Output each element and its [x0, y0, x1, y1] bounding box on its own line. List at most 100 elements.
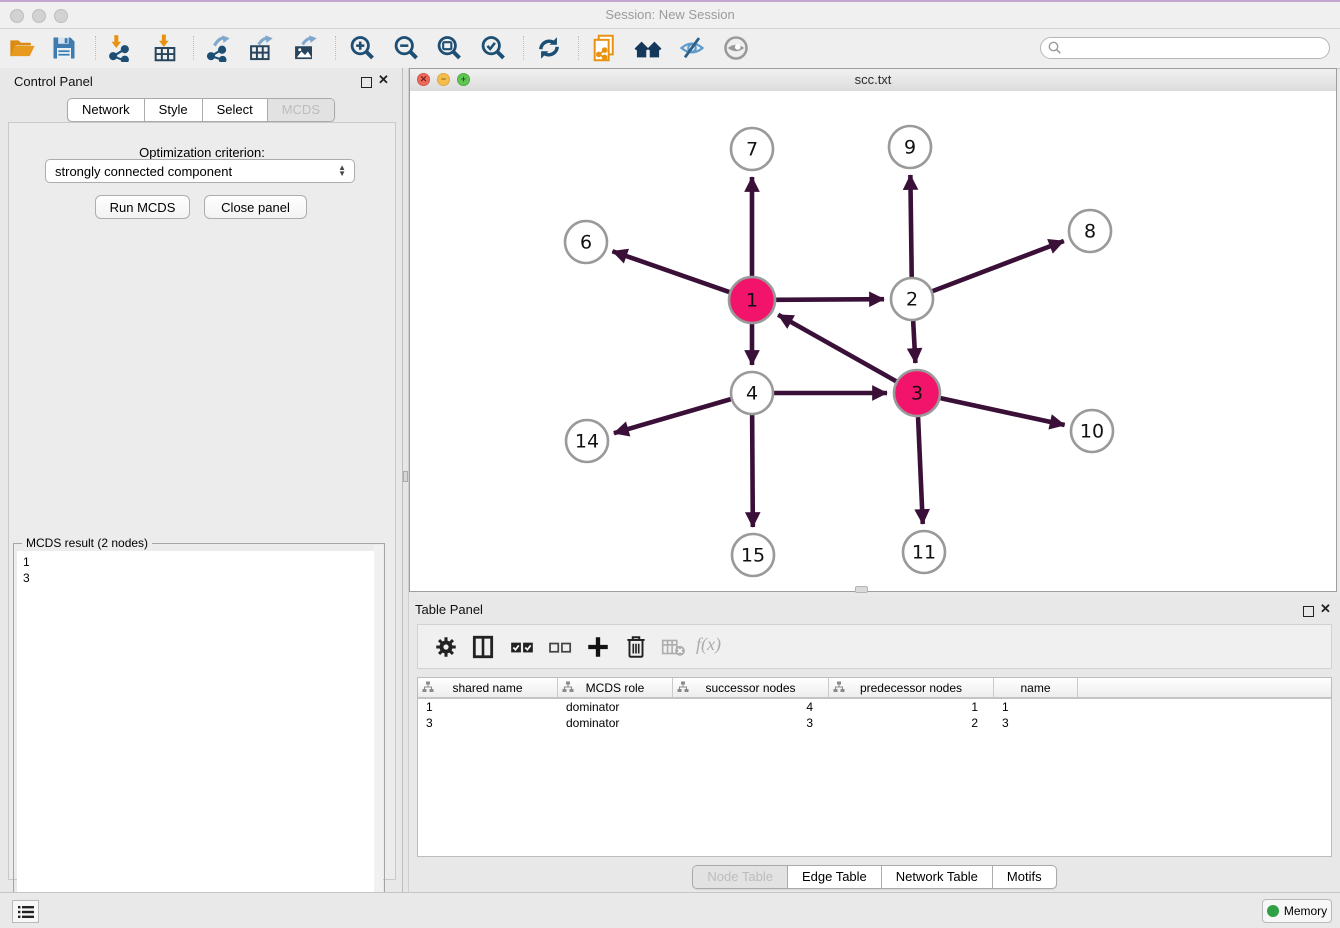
cell-name[interactable]: 1 — [994, 699, 1078, 715]
close-table-panel-icon[interactable]: ✕ — [1320, 601, 1331, 617]
edge-4-15[interactable] — [752, 415, 753, 527]
run-mcds-button[interactable]: Run MCDS — [95, 195, 190, 219]
cell-shared-name[interactable]: 1 — [418, 699, 558, 715]
node-3[interactable]: 3 — [894, 370, 940, 416]
refresh-view-icon[interactable] — [535, 34, 563, 62]
close-network-icon[interactable]: ✕ — [417, 73, 430, 86]
cell-name[interactable]: 3 — [994, 715, 1078, 731]
column-header-name[interactable]: name — [994, 678, 1078, 697]
float-panel-icon[interactable] — [361, 75, 372, 93]
float-table-panel-icon[interactable] — [1303, 604, 1314, 622]
column-header-shared-name[interactable]: shared name — [418, 678, 558, 697]
function-builder-icon: f(x) — [696, 634, 736, 660]
zoom-window-icon[interactable] — [54, 9, 68, 23]
node-9[interactable]: 9 — [889, 126, 931, 168]
gear-icon[interactable] — [433, 634, 459, 660]
network-resize-grip[interactable] — [855, 586, 868, 593]
home-icon[interactable] — [634, 34, 662, 62]
minimize-network-icon[interactable]: − — [437, 73, 450, 86]
deselect-all-icon[interactable] — [547, 634, 573, 660]
export-image-icon[interactable] — [291, 34, 319, 62]
tab-edge-table[interactable]: Edge Table — [787, 866, 881, 888]
node-8[interactable]: 8 — [1069, 210, 1111, 252]
minimize-window-icon[interactable] — [32, 9, 46, 23]
hide-selected-icon[interactable] — [678, 34, 706, 62]
cell-shared-name[interactable]: 3 — [418, 715, 558, 731]
close-panel-icon[interactable]: ✕ — [378, 72, 389, 88]
edge-2-8[interactable] — [933, 241, 1064, 291]
maximize-network-icon[interactable]: + — [457, 73, 470, 86]
main-toolbar — [0, 29, 1340, 69]
delete-table-icon — [660, 634, 686, 660]
node-2[interactable]: 2 — [891, 278, 933, 320]
task-history-button[interactable] — [12, 900, 39, 923]
edge-2-3[interactable] — [913, 321, 915, 363]
node-15[interactable]: 15 — [732, 534, 774, 576]
optimization-criterion-select[interactable]: strongly connected component ▲▼ — [45, 159, 355, 183]
result-scrollbar[interactable] — [374, 545, 383, 907]
edge-1-6[interactable] — [612, 251, 729, 292]
column-label: predecessor nodes — [860, 681, 962, 695]
tab-motifs[interactable]: Motifs — [992, 866, 1056, 888]
zoom-out-icon[interactable] — [392, 34, 420, 62]
export-table-icon[interactable] — [247, 34, 275, 62]
export-network-icon[interactable] — [204, 34, 232, 62]
zoom-fit-icon[interactable] — [435, 34, 463, 62]
network-window-titlebar[interactable]: ✕ − + scc.txt — [410, 69, 1336, 92]
network-file-icon[interactable] — [590, 34, 618, 62]
node-10[interactable]: 10 — [1071, 410, 1113, 452]
window-controls[interactable] — [10, 9, 76, 28]
edge-3-1[interactable] — [778, 315, 896, 381]
zoom-in-icon[interactable] — [348, 34, 376, 62]
table-row[interactable]: 1dominator411 — [418, 699, 1331, 715]
cell-predecessor-nodes[interactable]: 1 — [829, 699, 994, 715]
edge-3-11[interactable] — [918, 417, 923, 524]
tab-network-table[interactable]: Network Table — [881, 866, 992, 888]
cell-successor-nodes[interactable]: 4 — [673, 699, 829, 715]
node-1[interactable]: 1 — [729, 277, 775, 323]
column-header-predecessor-nodes[interactable]: predecessor nodes — [829, 678, 994, 697]
show-all-icon[interactable] — [722, 34, 750, 62]
import-network-icon[interactable] — [105, 34, 133, 62]
tab-style[interactable]: Style — [144, 99, 202, 121]
column-header-MCDS-role[interactable]: MCDS role — [558, 678, 673, 697]
import-table-icon[interactable] — [151, 34, 179, 62]
edge-2-9[interactable] — [910, 175, 911, 277]
delete-column-icon[interactable] — [623, 634, 649, 660]
cell-predecessor-nodes[interactable]: 2 — [829, 715, 994, 731]
table-row[interactable]: 3dominator323 — [418, 715, 1331, 731]
search-input[interactable] — [1063, 38, 1329, 58]
cell-successor-nodes[interactable]: 3 — [673, 715, 829, 731]
tab-node-table[interactable]: Node Table — [693, 866, 787, 888]
memory-button[interactable]: Memory — [1262, 899, 1332, 923]
close-panel-button[interactable]: Close panel — [204, 195, 307, 219]
save-session-icon[interactable] — [50, 34, 78, 62]
network-graph[interactable]: 7 9 6 8 1 2 4 3 14 10 15 11 — [410, 91, 1336, 591]
column-header-successor-nodes[interactable]: successor nodes — [673, 678, 829, 697]
open-session-icon[interactable] — [8, 34, 36, 62]
cell-MCDS-role[interactable]: dominator — [558, 715, 673, 731]
edge-3-10[interactable] — [940, 398, 1064, 425]
select-all-icon[interactable] — [509, 634, 535, 660]
search-field[interactable] — [1040, 37, 1330, 59]
tab-select[interactable]: Select — [202, 99, 267, 121]
table-header[interactable]: shared nameMCDS rolesuccessor nodes prede… — [418, 678, 1331, 699]
node-4[interactable]: 4 — [731, 372, 773, 414]
columns-icon[interactable] — [470, 634, 496, 660]
node-14[interactable]: 14 — [566, 420, 608, 462]
add-column-icon[interactable] — [585, 634, 611, 660]
zoom-selected-icon[interactable] — [479, 34, 507, 62]
close-window-icon[interactable] — [10, 9, 24, 23]
node-6[interactable]: 6 — [565, 221, 607, 263]
table-body[interactable]: 1dominator4113dominator323 — [418, 699, 1331, 731]
tab-mcds[interactable]: MCDS — [267, 99, 334, 121]
node-7[interactable]: 7 — [731, 128, 773, 170]
node-table[interactable]: shared nameMCDS rolesuccessor nodes prede… — [417, 677, 1332, 857]
mcds-result-textarea[interactable]: 13 — [17, 551, 379, 915]
tab-network[interactable]: Network — [68, 99, 144, 121]
edge-4-14[interactable] — [614, 399, 731, 433]
edge-1-2[interactable] — [776, 299, 884, 300]
cell-MCDS-role[interactable]: dominator — [558, 699, 673, 715]
splitter-grip[interactable] — [403, 471, 408, 482]
node-11[interactable]: 11 — [903, 531, 945, 573]
